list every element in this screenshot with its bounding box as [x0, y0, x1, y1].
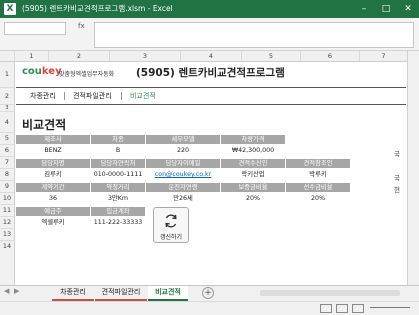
minimize-icon[interactable]: –: [353, 0, 375, 18]
nav-item-vehicle-management[interactable]: 차종관리: [30, 91, 56, 101]
cell-driver-age[interactable]: 만26세: [146, 194, 220, 204]
tab-scroll-right-icon[interactable]: ▶: [14, 287, 19, 295]
offscreen-cell[interactable]: 국: [394, 148, 400, 158]
normal-view-icon[interactable]: [320, 304, 332, 313]
tab-compare-quote[interactable]: 비교견적: [148, 286, 188, 301]
tab-scroll-left-icon[interactable]: ◀: [4, 287, 9, 295]
header-cell-sub-model: 세부모델: [146, 135, 220, 144]
header-cell-quote-cc: 견적참조인: [286, 159, 350, 168]
fx-label: fx: [78, 22, 85, 30]
page-break-icon[interactable]: [352, 304, 364, 313]
row-header[interactable]: 7: [0, 157, 15, 169]
column-header[interactable]: 5: [242, 51, 301, 62]
page-layout-icon[interactable]: [336, 304, 348, 313]
column-header[interactable]: 6: [301, 51, 360, 62]
maximize-icon[interactable]: □: [375, 0, 397, 18]
row-header[interactable]: 11: [0, 205, 15, 217]
divider: [16, 87, 406, 88]
header-cell-car-price: 차량가격: [221, 135, 285, 144]
vertical-scrollbar[interactable]: [407, 51, 419, 285]
row-header[interactable]: 1: [0, 62, 15, 88]
zoom-slider[interactable]: [370, 307, 410, 308]
formula-bar: fx: [0, 18, 419, 51]
header-cell-prepayment-ratio: 선수금비율: [286, 183, 350, 192]
excel-icon: X: [4, 3, 16, 15]
header-cell-manager-phone: 담당자연락처: [91, 159, 145, 168]
row-header[interactable]: 2: [0, 88, 15, 105]
row-header[interactable]: 12: [0, 217, 15, 229]
cell-manager-email-link[interactable]: con@coukey.co.kr: [146, 170, 220, 180]
header-cell-quote-recipient: 견적수신인: [221, 159, 285, 168]
window-title: (5905) 렌트카비교견적프로그램.xlsm - Excel: [22, 4, 173, 13]
nav-item-quote-file-management[interactable]: 견적파일관리: [73, 91, 112, 101]
offscreen-cell[interactable]: 현: [394, 184, 400, 194]
row-header[interactable]: 6: [0, 145, 15, 157]
app-title: (5905) 렌트카비교견적프로그램: [136, 67, 285, 79]
refresh-icon: [165, 214, 177, 228]
row-header[interactable]: 3: [0, 105, 15, 112]
close-icon[interactable]: ✕: [397, 0, 419, 18]
refresh-button[interactable]: 갱신하기: [153, 207, 189, 243]
header-cell-manufacturer: 제조사: [16, 135, 90, 144]
column-header[interactable]: 2: [49, 51, 110, 62]
cell-bank-account[interactable]: 111-222-33333: [91, 218, 145, 228]
tab-vehicle-management[interactable]: 차종관리: [52, 286, 94, 301]
add-sheet-icon[interactable]: +: [202, 287, 214, 299]
select-all-corner[interactable]: [0, 51, 15, 62]
coukey-logo: coukey: [22, 66, 62, 77]
column-header[interactable]: 3: [110, 51, 181, 62]
column-header[interactable]: 7: [360, 51, 408, 62]
row-header[interactable]: 5: [0, 133, 15, 145]
header-cell-manager-email: 담당자이메일: [146, 159, 220, 168]
row-header[interactable]: 9: [0, 181, 15, 193]
cell-quote-cc[interactable]: 박루키: [286, 170, 350, 180]
refresh-button-label: 갱신하기: [159, 234, 183, 241]
logo-subtitle: 맞춤형엑셀업무자동화: [59, 71, 115, 78]
cell-manager-name[interactable]: 김루키: [16, 170, 90, 180]
header-cell-bank-account: 입금계좌: [91, 207, 145, 216]
horizontal-scrollbar[interactable]: [260, 290, 400, 296]
header-cell-deposit-ratio: 보증금비율: [221, 183, 285, 192]
cell-contract-period[interactable]: 36: [16, 194, 90, 204]
tab-quote-file-management[interactable]: 견적파일관리: [95, 286, 147, 301]
cell-quote-recipient[interactable]: 락키산업: [221, 170, 285, 180]
header-cell-driver-age: 운전자연령: [146, 183, 220, 192]
cell-car-price[interactable]: ₩42,300,000: [221, 146, 285, 156]
row-header[interactable]: 4: [0, 112, 15, 133]
nav-separator: [121, 92, 122, 100]
cell-account-holder[interactable]: 엑셀루키: [16, 218, 90, 228]
cell-sub-model[interactable]: 220: [146, 146, 220, 156]
cell-manager-phone[interactable]: 010-0000-1111: [91, 170, 145, 180]
header-cell-contract-period: 계약기간: [16, 183, 90, 192]
nav-item-compare-quote[interactable]: 비교견적: [130, 91, 156, 101]
row-header[interactable]: 10: [0, 193, 15, 205]
column-header[interactable]: 4: [181, 51, 242, 62]
cell-deposit-ratio[interactable]: 20%: [221, 194, 285, 204]
row-header[interactable]: 13: [0, 229, 15, 241]
nav-separator: [64, 92, 65, 100]
cell-contract-mileage[interactable]: 3만Km: [91, 194, 145, 204]
header-cell-model: 차종: [91, 135, 145, 144]
header-cell-manager-name: 담당자명: [16, 159, 90, 168]
title-bar: X (5905) 렌트카비교견적프로그램.xlsm - Excel – □ ✕: [0, 0, 419, 18]
header-cell-account-holder: 예금주: [16, 207, 90, 216]
header-cell-contract-mileage: 약정거리: [91, 183, 145, 192]
row-header[interactable]: 8: [0, 169, 15, 181]
divider: [16, 104, 406, 105]
cell-model[interactable]: B: [91, 146, 145, 156]
column-header[interactable]: 1: [15, 51, 49, 62]
page-title: 비교견적: [22, 118, 67, 132]
cell-prepayment-ratio[interactable]: 20%: [286, 194, 350, 204]
name-box[interactable]: [4, 22, 66, 35]
formula-input[interactable]: [94, 22, 414, 48]
offscreen-cell[interactable]: 국: [394, 172, 400, 182]
cell-manufacturer[interactable]: BENZ: [16, 146, 90, 156]
row-header[interactable]: 14: [0, 241, 15, 286]
